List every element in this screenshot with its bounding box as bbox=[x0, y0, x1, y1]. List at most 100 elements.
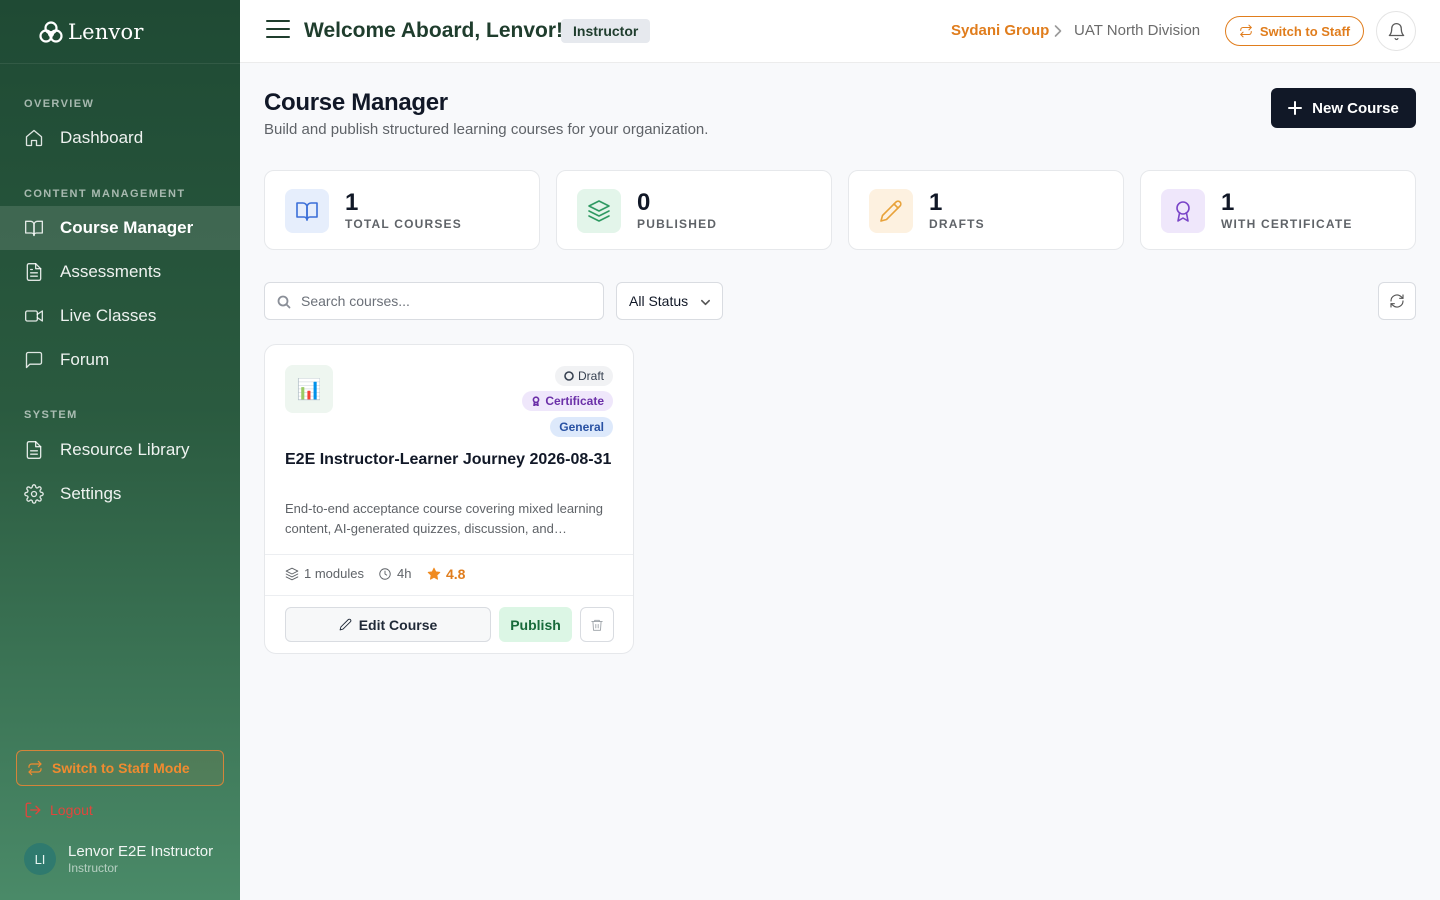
sidebar-item-label: Settings bbox=[60, 484, 122, 503]
stat-value: 1 bbox=[1221, 189, 1235, 216]
stat-label: WITH CERTIFICATE bbox=[1221, 217, 1353, 231]
publish-button[interactable]: Publish bbox=[499, 607, 572, 642]
menu-toggle-icon[interactable] bbox=[266, 20, 290, 40]
delete-course-button[interactable] bbox=[580, 607, 614, 642]
refresh-icon bbox=[1390, 294, 1404, 308]
stat-icon-box bbox=[1161, 189, 1205, 233]
stat-card-drafts: 1 DRAFTS bbox=[848, 170, 1124, 250]
edit-course-label: Edit Course bbox=[358, 616, 438, 633]
stat-label: PUBLISHED bbox=[637, 217, 718, 231]
search-input[interactable] bbox=[301, 283, 591, 319]
sidebar-item-assessments[interactable]: Assessments bbox=[0, 250, 240, 294]
breadcrumb-division: UAT North Division bbox=[1074, 22, 1201, 39]
switch-to-staff-label: Switch to Staff bbox=[1259, 23, 1351, 39]
switch-to-staff-button[interactable]: Switch to Staff bbox=[1225, 16, 1364, 46]
certificate-badge-label: Certificate bbox=[545, 394, 604, 408]
gear-icon bbox=[24, 484, 44, 504]
sidebar-item-settings[interactable]: Settings bbox=[0, 472, 240, 516]
role-badge: Instructor bbox=[561, 19, 651, 43]
status-filter-select[interactable]: All Status bbox=[616, 282, 723, 320]
welcome-heading: Welcome Aboard, Lenvor! bbox=[304, 19, 564, 42]
new-course-label: New Course bbox=[1312, 99, 1399, 117]
stat-value: 1 bbox=[345, 189, 359, 216]
nav-section-overview: OVERVIEW bbox=[24, 98, 95, 110]
award-icon bbox=[532, 396, 540, 406]
stat-icon-box bbox=[285, 189, 329, 233]
avatar: LI bbox=[24, 843, 56, 875]
status-filter-value: All Status bbox=[629, 293, 689, 309]
bar-chart-icon: 📊 bbox=[296, 378, 322, 401]
chevron-down-icon bbox=[701, 299, 710, 306]
card-divider bbox=[265, 595, 633, 596]
swap-icon bbox=[28, 760, 42, 776]
circle-icon bbox=[564, 371, 574, 381]
course-duration: 4h bbox=[378, 566, 411, 581]
stat-icon-box bbox=[577, 189, 621, 233]
book-open-icon bbox=[25, 220, 43, 237]
sidebar-item-live-classes[interactable]: Live Classes bbox=[0, 294, 240, 338]
clock-icon bbox=[379, 567, 391, 580]
switch-to-staff-mode-button[interactable]: Switch to Staff Mode bbox=[16, 750, 224, 786]
breadcrumb-org[interactable]: Sydani Group bbox=[951, 22, 1049, 39]
sidebar-item-forum[interactable]: Forum bbox=[0, 338, 240, 382]
stat-label: DRAFTS bbox=[929, 217, 985, 231]
page-subtitle: Build and publish structured learning co… bbox=[264, 121, 709, 138]
duration-value: 4h bbox=[397, 566, 412, 581]
user-profile[interactable]: LI Lenvor E2E Instructor Instructor bbox=[24, 843, 213, 875]
sidebar-item-course-manager[interactable]: Course Manager bbox=[0, 206, 240, 250]
sidebar-item-label: Course Manager bbox=[60, 218, 194, 237]
logout-label: Logout bbox=[50, 802, 93, 818]
logout-icon bbox=[25, 802, 41, 818]
nav-section-content: CONTENT MANAGEMENT bbox=[24, 188, 186, 200]
sidebar-item-resource-library[interactable]: Resource Library bbox=[0, 428, 240, 472]
course-modules: 1 modules bbox=[285, 566, 364, 581]
search-box bbox=[264, 282, 604, 320]
sidebar-item-label: Dashboard bbox=[60, 128, 144, 147]
course-rating: 4.8 bbox=[427, 566, 465, 582]
modules-count: 1 modules bbox=[304, 566, 364, 581]
award-icon bbox=[1176, 201, 1190, 222]
plus-icon bbox=[1288, 101, 1303, 115]
edit-course-button[interactable]: Edit Course bbox=[285, 607, 491, 642]
sidebar: Lenvor OVERVIEW Dashboard CONTENT MANAGE… bbox=[0, 0, 240, 900]
course-description: End-to-end acceptance course covering mi… bbox=[285, 501, 603, 536]
logout-button[interactable]: Logout bbox=[24, 801, 93, 819]
new-course-button[interactable]: New Course bbox=[1271, 88, 1416, 128]
layers-icon bbox=[588, 200, 610, 222]
star-icon bbox=[427, 567, 441, 580]
stat-icon-box bbox=[869, 189, 913, 233]
notifications-button[interactable] bbox=[1376, 11, 1416, 51]
stat-card-with-certificate: 1 WITH CERTIFICATE bbox=[1140, 170, 1416, 250]
course-title[interactable]: E2E Instructor-Learner Journey 2026-08-3… bbox=[285, 449, 617, 470]
certificate-badge: Certificate bbox=[522, 391, 613, 411]
lenvor-logo-icon bbox=[39, 20, 63, 43]
pencil-icon bbox=[880, 200, 902, 222]
user-name: Lenvor E2E Instructor bbox=[68, 843, 214, 860]
stat-value: 1 bbox=[929, 189, 943, 216]
sidebar-item-label: Resource Library bbox=[60, 440, 190, 459]
book-open-icon bbox=[296, 202, 318, 221]
status-badge: Draft bbox=[554, 366, 613, 386]
course-card: 📊 Draft Certificate General E2E Instruct… bbox=[264, 344, 634, 654]
user-role: Instructor bbox=[68, 861, 119, 875]
rating-value: 4.8 bbox=[446, 566, 466, 582]
page-title: Course Manager bbox=[264, 89, 448, 116]
stat-card-published: 0 PUBLISHED bbox=[556, 170, 832, 250]
stat-value: 0 bbox=[637, 189, 651, 216]
refresh-button[interactable] bbox=[1378, 282, 1416, 320]
brand[interactable]: Lenvor bbox=[0, 0, 240, 64]
trash-icon bbox=[591, 619, 603, 631]
sidebar-item-label: Live Classes bbox=[60, 306, 157, 325]
category-badge: General bbox=[550, 417, 613, 437]
nav-section-system: SYSTEM bbox=[24, 409, 78, 421]
stat-label: TOTAL COURSES bbox=[345, 217, 462, 231]
card-divider bbox=[265, 554, 633, 555]
sidebar-item-label: Assessments bbox=[60, 262, 162, 281]
pencil-icon bbox=[339, 618, 351, 631]
search-icon bbox=[277, 295, 291, 309]
swap-icon bbox=[1240, 24, 1252, 38]
top-header: Welcome Aboard, Lenvor! Instructor Sydan… bbox=[240, 0, 1440, 63]
status-badge-label: Draft bbox=[577, 369, 604, 383]
sidebar-item-dashboard[interactable]: Dashboard bbox=[0, 116, 240, 160]
file-icon bbox=[26, 441, 42, 459]
